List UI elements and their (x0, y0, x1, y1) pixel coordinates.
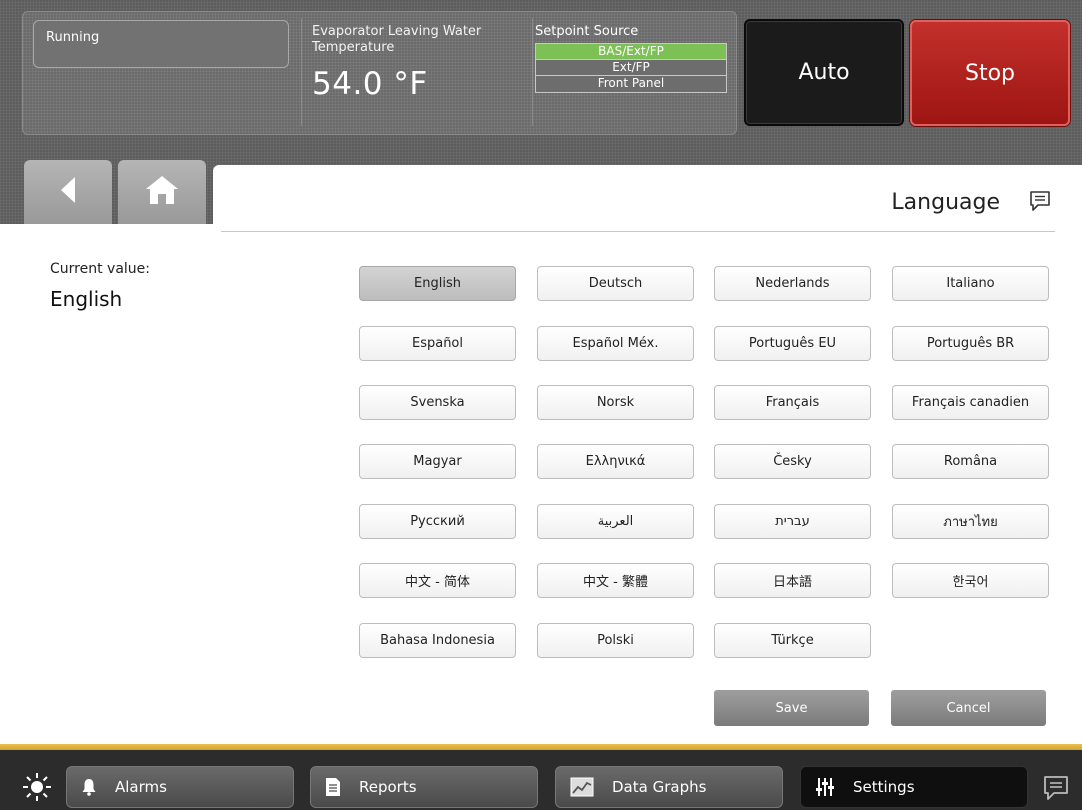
lang-button-japanese[interactable]: 日本語 (714, 563, 871, 598)
lang-button-nederlands[interactable]: Nederlands (714, 266, 871, 301)
tab-connector (0, 224, 213, 234)
lang-button-espanol[interactable]: Español (359, 326, 516, 361)
setpoint-source-label: Setpoint Source (535, 24, 639, 39)
chat-bubble-icon[interactable] (1042, 774, 1070, 806)
brightness-icon[interactable] (22, 772, 52, 806)
lang-button-bahasa-indonesia[interactable]: Bahasa Indonesia (359, 623, 516, 658)
lang-button-arabic[interactable]: العربية (537, 504, 694, 539)
save-button[interactable]: Save (714, 690, 869, 726)
evap-temp-value: 54.0 °F (312, 66, 428, 102)
document-icon (325, 777, 341, 797)
setpoint-source-list: BAS/Ext/FP Ext/FP Front Panel (535, 43, 727, 93)
evap-temp-block: Evaporator Leaving Water Temperature 54.… (301, 18, 533, 126)
current-value-label: Current value: (50, 261, 150, 277)
setpoint-option-ext: Ext/FP (536, 60, 726, 76)
lang-button-chinese-traditional[interactable]: 中文 - 繁體 (537, 563, 694, 598)
setpoint-option-bas: BAS/Ext/FP (536, 44, 726, 60)
settings-label: Settings (853, 778, 915, 796)
unit-state-text: Running (46, 30, 100, 45)
lang-button-thai[interactable]: ภาษาไทย (892, 504, 1049, 539)
alarms-label: Alarms (115, 778, 167, 796)
home-icon (144, 174, 180, 210)
lang-button-italiano[interactable]: Italiano (892, 266, 1049, 301)
title-bar: Language (213, 165, 1082, 235)
bell-icon (81, 778, 97, 796)
chart-icon (570, 777, 594, 797)
auto-button[interactable]: Auto (744, 19, 904, 126)
lang-button-francais-canadien[interactable]: Français canadien (892, 385, 1049, 420)
data-graphs-label: Data Graphs (612, 778, 707, 796)
current-value: English (50, 287, 123, 311)
lang-button-deutsch[interactable]: Deutsch (537, 266, 694, 301)
lang-button-espanol-mex[interactable]: Español Méx. (537, 326, 694, 361)
lang-button-romana[interactable]: Româna (892, 444, 1049, 479)
lang-button-portugues-eu[interactable]: Português EU (714, 326, 871, 361)
lang-button-hebrew[interactable]: עברית (714, 504, 871, 539)
reports-label: Reports (359, 778, 417, 796)
lang-button-norsk[interactable]: Norsk (537, 385, 694, 420)
status-panel: Running Evaporator Leaving Water Tempera… (22, 11, 737, 135)
lang-button-francais[interactable]: Français (714, 385, 871, 420)
arrow-left-icon (57, 175, 79, 209)
language-panel: Current value: English English Deutsch N… (0, 232, 1082, 744)
cancel-button[interactable]: Cancel (891, 690, 1046, 726)
stop-button[interactable]: Stop (910, 20, 1070, 126)
lang-button-svenska[interactable]: Svenska (359, 385, 516, 420)
alarms-button[interactable]: Alarms (66, 766, 294, 808)
lang-button-chinese-simplified[interactable]: 中文 - 简体 (359, 563, 516, 598)
back-button[interactable] (24, 160, 112, 224)
settings-button[interactable]: Settings (800, 766, 1028, 808)
setpoint-option-front-panel: Front Panel (536, 76, 726, 92)
lang-button-portugues-br[interactable]: Português BR (892, 326, 1049, 361)
chat-bubble-icon[interactable] (1028, 189, 1052, 213)
reports-button[interactable]: Reports (310, 766, 538, 808)
home-button[interactable] (118, 160, 206, 224)
evap-temp-label: Evaporator Leaving Water Temperature (312, 24, 482, 55)
lang-button-russian[interactable]: Русский (359, 504, 516, 539)
lang-button-english[interactable]: English (359, 266, 516, 301)
lang-button-polski[interactable]: Polski (537, 623, 694, 658)
title-divider (221, 231, 1055, 232)
data-graphs-button[interactable]: Data Graphs (555, 766, 783, 808)
lang-button-magyar[interactable]: Magyar (359, 444, 516, 479)
lang-button-turkce[interactable]: Türkçe (714, 623, 871, 658)
sliders-icon (815, 777, 835, 797)
lang-button-cesky[interactable]: Česky (714, 444, 871, 479)
page-title: Language (891, 190, 1000, 215)
unit-state-box: Running (33, 20, 289, 68)
setpoint-source-block: Setpoint Source BAS/Ext/FP Ext/FP Front … (535, 18, 735, 126)
lang-button-korean[interactable]: 한국어 (892, 563, 1049, 598)
lang-button-greek[interactable]: Ελληνικά (537, 444, 694, 479)
